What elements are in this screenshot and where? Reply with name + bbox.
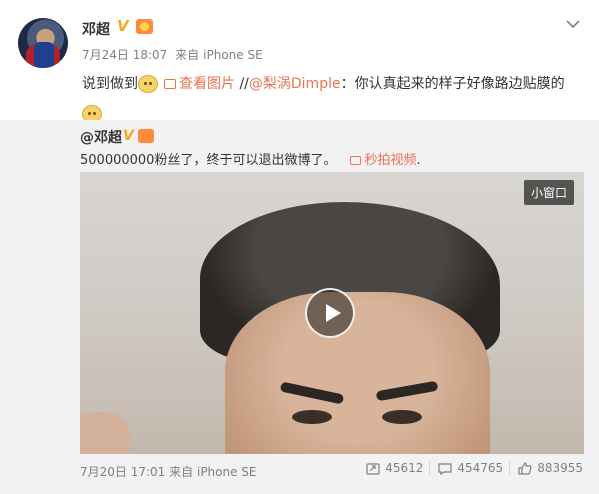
- repost-source-prefix: 来自: [169, 465, 194, 479]
- avatar-suit: [34, 42, 54, 68]
- verified-v-icon[interactable]: V: [123, 128, 134, 144]
- repost-text-body: 500000000粉丝了，终于可以退出微博了。: [80, 153, 337, 168]
- repost-icon: [366, 462, 380, 475]
- mini-window-button[interactable]: 小窗口: [523, 180, 574, 205]
- weibo-card: 邓超 V 7月24日 18:07 来自 iPhone SE 说到做到 查看图片 //…: [0, 0, 599, 494]
- like-count-button[interactable]: 883955: [509, 461, 589, 475]
- video-frame-eye: [292, 410, 332, 424]
- user-avatar[interactable]: [18, 18, 68, 68]
- comment-count: 454765: [457, 461, 504, 475]
- member-medal-icon[interactable]: [136, 19, 153, 34]
- repost-source[interactable]: iPhone SE: [197, 465, 257, 479]
- repost-count-button[interactable]: 45612: [358, 461, 429, 475]
- repost-username[interactable]: @邓超: [80, 127, 122, 147]
- member-medal-icon[interactable]: [138, 129, 154, 143]
- like-count: 883955: [537, 461, 583, 475]
- doge-emoji-icon: [138, 75, 158, 93]
- repost-stats: 45612 454765 883955: [358, 461, 589, 475]
- repost-meta: 7月20日 17:01 来自 iPhone SE: [80, 463, 257, 480]
- post-username[interactable]: 邓超: [82, 19, 110, 39]
- video-frame-hand: [80, 412, 130, 454]
- view-image-link[interactable]: 查看图片: [179, 76, 235, 92]
- chevron-down-icon[interactable]: [566, 19, 580, 29]
- video-player[interactable]: 小窗口: [80, 172, 584, 454]
- play-icon[interactable]: [305, 288, 355, 338]
- repost-separator: //: [239, 76, 249, 92]
- repost-text: 500000000粉丝了，终于可以退出微博了。 秒拍视频.: [80, 149, 421, 168]
- like-icon: [518, 461, 532, 475]
- mention-link[interactable]: @梨涡Dimple: [249, 76, 341, 92]
- post-time[interactable]: 7月24日 18:07: [82, 48, 167, 62]
- video-icon: [350, 156, 362, 165]
- comment-icon: [438, 462, 452, 475]
- post-source[interactable]: iPhone SE: [203, 48, 263, 62]
- repost-count: 45612: [385, 461, 424, 475]
- comment-count-button[interactable]: 454765: [429, 461, 509, 475]
- repost-trailing: .: [416, 153, 421, 168]
- video-frame-face: [225, 292, 490, 454]
- post-text-end: ：你认真起来的样子好像路边贴膜的: [340, 76, 565, 92]
- image-icon: [164, 79, 176, 89]
- post-text-start: 说到做到: [82, 76, 138, 92]
- repost-time[interactable]: 7月20日 17:01: [80, 465, 165, 479]
- post-meta: 7月24日 18:07 来自 iPhone SE: [82, 46, 267, 63]
- video-frame-eye: [382, 410, 422, 424]
- verified-v-icon[interactable]: V: [117, 18, 133, 34]
- repost-box: @邓超 V 500000000粉丝了，终于可以退出微博了。 秒拍视频. 小窗口 7…: [0, 120, 599, 494]
- video-link[interactable]: 秒拍视频: [364, 153, 416, 168]
- post-source-prefix: 来自: [175, 48, 200, 62]
